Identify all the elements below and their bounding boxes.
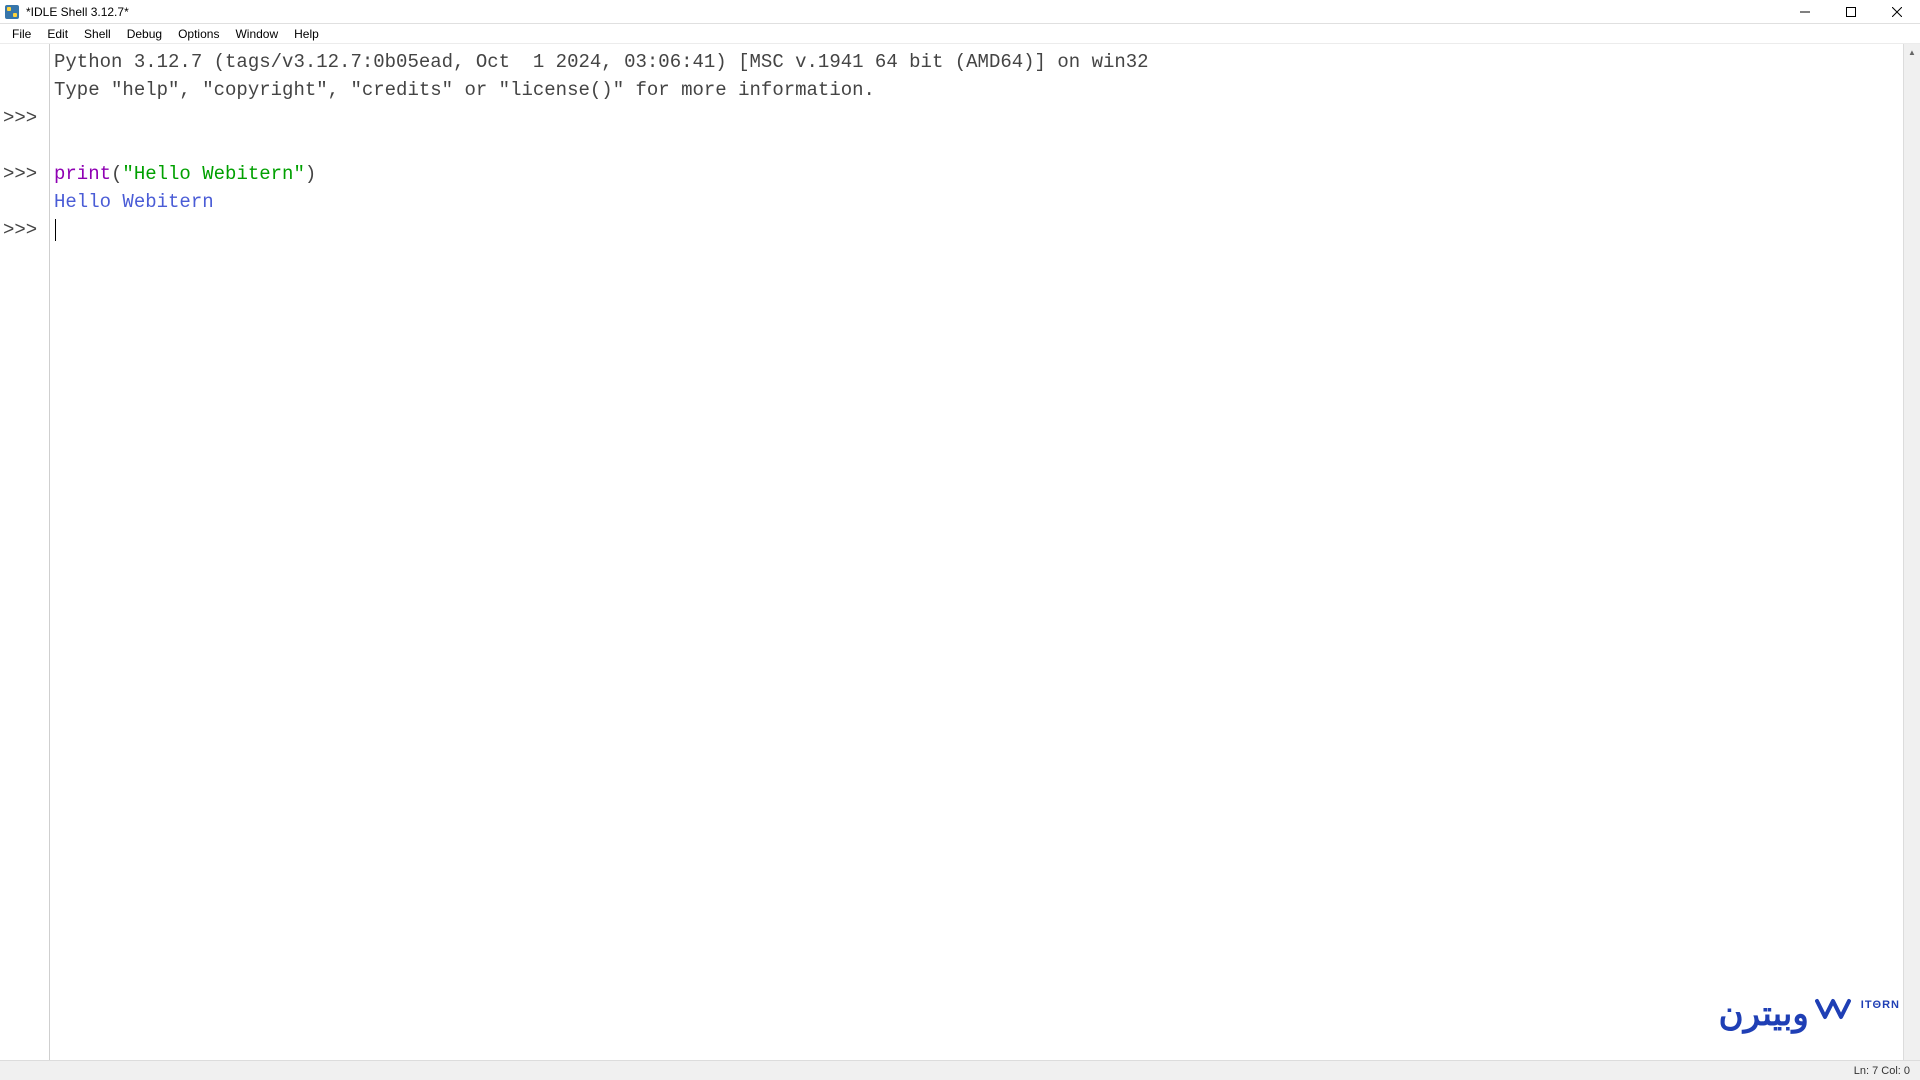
blank-line bbox=[54, 135, 65, 157]
close-button[interactable] bbox=[1874, 0, 1920, 24]
prompt-gutter: >>> >>> >>> bbox=[0, 44, 50, 1060]
shell-text[interactable]: Python 3.12.7 (tags/v3.12.7:0b05ead, Oct… bbox=[50, 44, 1920, 1060]
token-paren: ) bbox=[305, 163, 316, 185]
watermark-english: ITΘRN bbox=[1861, 999, 1900, 1011]
input-line: print("Hello Webitern") bbox=[54, 163, 316, 185]
menubar: File Edit Shell Debug Options Window Hel… bbox=[0, 24, 1920, 44]
maximize-button[interactable] bbox=[1828, 0, 1874, 24]
menu-options[interactable]: Options bbox=[170, 25, 227, 43]
menu-file[interactable]: File bbox=[4, 25, 39, 43]
menu-window[interactable]: Window bbox=[227, 25, 286, 43]
blank-line bbox=[54, 107, 65, 129]
status-position: Ln: 7 Col: 0 bbox=[1854, 1065, 1910, 1077]
token-quote: " bbox=[122, 163, 133, 185]
statusbar: Ln: 7 Col: 0 bbox=[0, 1060, 1920, 1080]
python-idle-icon bbox=[4, 4, 20, 20]
minimize-button[interactable] bbox=[1782, 0, 1828, 24]
banner-line-1: Python 3.12.7 (tags/v3.12.7:0b05ead, Oct… bbox=[54, 51, 1149, 73]
menu-help[interactable]: Help bbox=[286, 25, 327, 43]
prompt: >>> bbox=[3, 107, 37, 129]
window-title: *IDLE Shell 3.12.7* bbox=[26, 5, 129, 19]
shell-area: >>> >>> >>> Python 3.12.7 (tags/v3.12.7:… bbox=[0, 44, 1920, 1060]
scroll-up-icon[interactable]: ▲ bbox=[1904, 44, 1920, 61]
text-cursor-icon bbox=[55, 219, 56, 241]
vertical-scrollbar[interactable]: ▲ bbox=[1903, 44, 1920, 1060]
menu-edit[interactable]: Edit bbox=[39, 25, 76, 43]
menu-debug[interactable]: Debug bbox=[119, 25, 170, 43]
token-paren: ( bbox=[111, 163, 122, 185]
menu-shell[interactable]: Shell bbox=[76, 25, 119, 43]
token-string: Hello Webitern bbox=[134, 163, 294, 185]
banner-line-2: Type "help", "copyright", "credits" or "… bbox=[54, 79, 875, 101]
current-input-line[interactable] bbox=[54, 219, 56, 241]
token-quote: " bbox=[293, 163, 304, 185]
watermark-glyph-icon bbox=[1815, 993, 1855, 1034]
token-builtin: print bbox=[54, 163, 111, 185]
prompt-column: >>> >>> >>> bbox=[0, 48, 50, 244]
watermark-logo: وبيترن ITΘRN bbox=[1719, 993, 1900, 1034]
titlebar: *IDLE Shell 3.12.7* bbox=[0, 0, 1920, 24]
watermark-arabic: وبيترن bbox=[1719, 994, 1809, 1034]
prompt: >>> bbox=[3, 163, 37, 185]
output-line: Hello Webitern bbox=[54, 191, 214, 213]
prompt: >>> bbox=[3, 219, 37, 241]
